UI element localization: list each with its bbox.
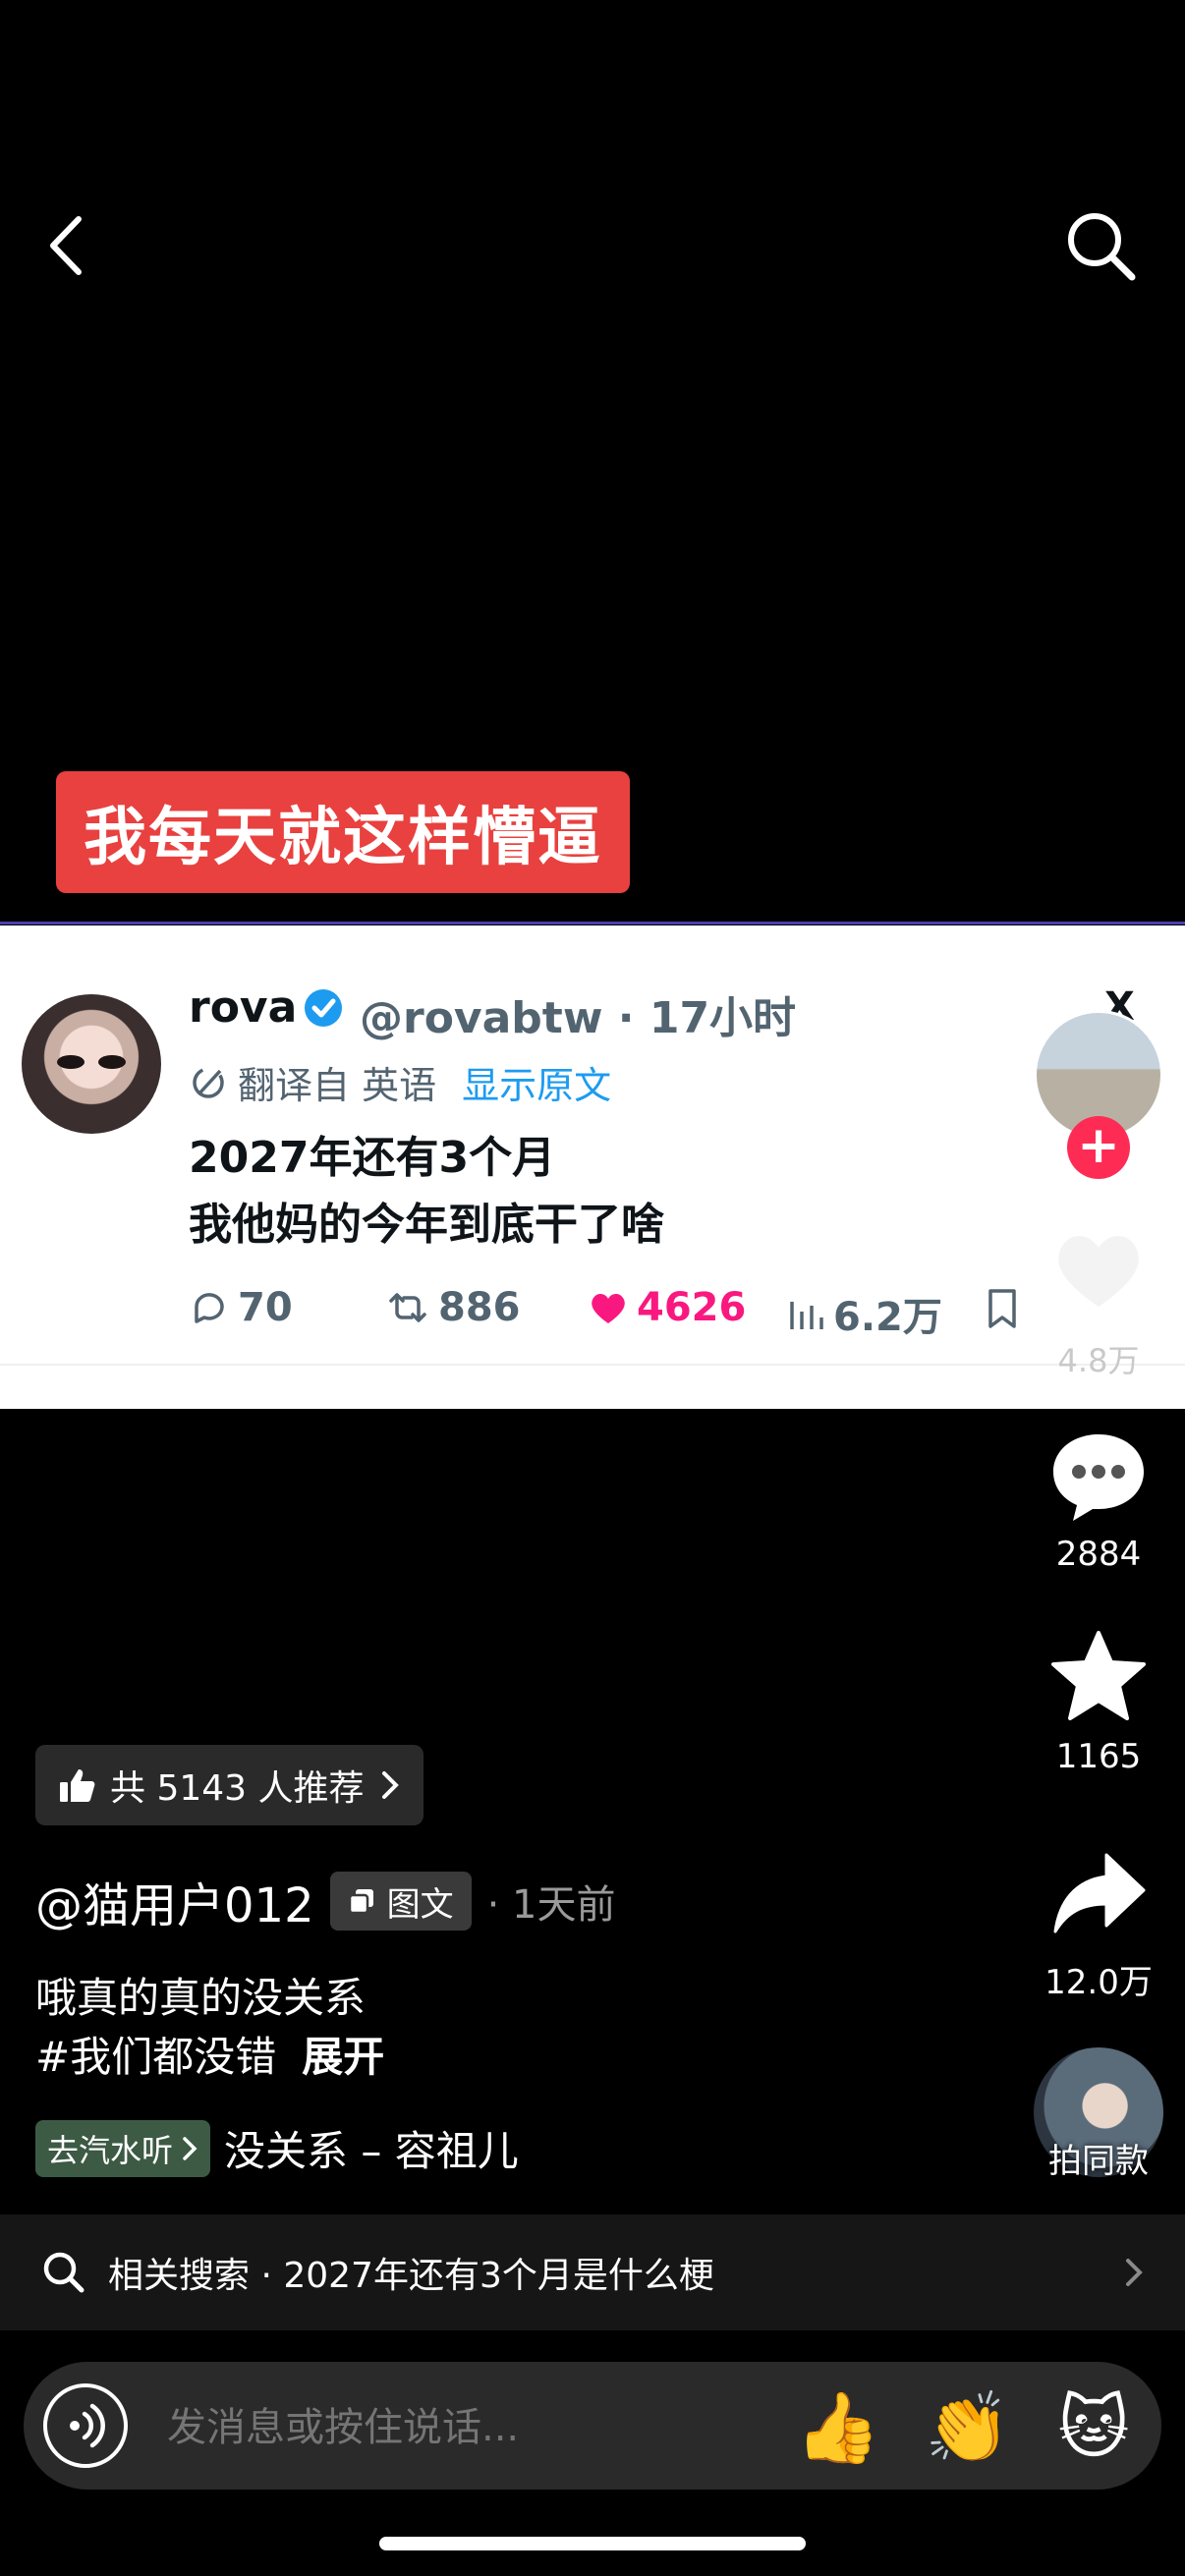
clap-emoji-button[interactable]: 👏 xyxy=(924,2383,1012,2472)
tweet-author-name: rova xyxy=(189,982,298,1033)
recommend-text: 共 5143 人推荐 xyxy=(110,1768,365,1809)
home-indicator[interactable] xyxy=(379,2537,806,2550)
tweet-likes: 4626 xyxy=(588,1285,746,1330)
follow-plus-button[interactable]: + xyxy=(1067,1116,1130,1179)
tweet-text-line: 2027年还有3个月 xyxy=(189,1133,556,1183)
video-caption-banner: 我每天就这样懵逼 xyxy=(56,771,630,893)
reply-icon xyxy=(195,1293,224,1323)
expand-button[interactable]: 展开 xyxy=(302,2024,384,2084)
author-name[interactable]: @猫用户012 xyxy=(35,1867,314,1935)
related-search-text: 相关搜索 · 2027年还有3个月是什么梗 xyxy=(108,2256,714,2296)
bookmark-icon xyxy=(988,1289,1016,1328)
hashtag-link[interactable]: #我们都没错 xyxy=(35,2024,276,2084)
chevron-right-icon xyxy=(183,2136,198,2160)
song-name[interactable]: 没关系 – 容祖儿 xyxy=(224,2118,519,2178)
search-icon xyxy=(43,2252,85,2293)
favorite-count: 1165 xyxy=(1055,1737,1142,1776)
translate-icon xyxy=(193,1066,224,1098)
like-count-tweet: 4626 xyxy=(637,1285,747,1330)
translation-row: 翻译自 英语 显示原文 xyxy=(189,1055,611,1109)
divider xyxy=(0,922,1185,924)
tweet-card-footer xyxy=(0,1364,1185,1409)
post-type-tag: 图文 xyxy=(329,1872,472,1931)
retweet-count: 886 xyxy=(438,1285,521,1330)
chevron-right-icon xyxy=(1126,2259,1143,2286)
voice-wave-icon xyxy=(70,2403,105,2448)
search-icon[interactable] xyxy=(1061,206,1140,285)
tweet-author-avatar xyxy=(22,994,161,1134)
views-count: 6.2万 xyxy=(833,1295,942,1340)
verified-badge-icon xyxy=(305,989,342,1027)
voice-input-button[interactable] xyxy=(43,2383,128,2468)
like-count: 4.8万 xyxy=(1057,1342,1140,1379)
reply-count: 70 xyxy=(238,1285,293,1330)
related-search-bar[interactable]: 相关搜索 · 2027年还有3个月是什么梗 xyxy=(0,2214,1185,2330)
comment-count: 2884 xyxy=(1055,1535,1142,1574)
author-row: @猫用户012 图文 · 1天前 xyxy=(35,1867,616,1935)
heart-icon[interactable] xyxy=(1049,1224,1148,1313)
message-input[interactable] xyxy=(165,2397,719,2458)
post-time: · 1天前 xyxy=(486,1882,616,1928)
show-original-link[interactable]: 显示原文 xyxy=(462,1055,611,1109)
same-template-label[interactable]: 拍同款 xyxy=(1022,2134,1175,2182)
chevron-right-icon xyxy=(381,1771,399,1799)
tweet-replies: 70 xyxy=(189,1285,293,1330)
tweet-views: 6.2万 xyxy=(786,1285,942,1342)
thumbs-up-icon xyxy=(60,1769,95,1802)
translated-from-label: 翻译自 英语 xyxy=(238,1064,437,1107)
comment-icon[interactable] xyxy=(1049,1427,1148,1525)
post-type-label: 图文 xyxy=(386,1884,454,1925)
tweet-handle-time: @rovabtw · 17小时 xyxy=(360,993,797,1043)
share-arrow-icon[interactable] xyxy=(1049,1845,1148,1943)
tweet-retweets: 886 xyxy=(385,1285,521,1330)
back-icon[interactable] xyxy=(39,211,98,280)
image-text-icon xyxy=(348,1889,373,1915)
listen-in-qishui-label: 去汽水听 xyxy=(47,2131,174,2169)
post-description: 哦真的真的没关系 xyxy=(35,1974,367,2022)
views-chart-icon xyxy=(790,1302,823,1329)
cat-sticker-button[interactable]: 🐱 xyxy=(1049,2383,1138,2472)
retweet-icon xyxy=(389,1293,426,1322)
share-count: 12.0万 xyxy=(1044,1963,1153,2002)
recommend-pill[interactable]: 共 5143 人推荐 xyxy=(35,1745,423,1825)
music-row: 去汽水听 没关系 – 容祖儿 xyxy=(35,2118,519,2178)
heart-filled-icon xyxy=(592,1293,625,1323)
post-description-tags: #我们都没错 展开 xyxy=(35,2024,384,2084)
thumbs-up-emoji-button[interactable]: 👍 xyxy=(794,2383,882,2472)
tweet-text-line: 我他妈的今年到底干了啥 xyxy=(189,1200,664,1250)
listen-in-qishui-button[interactable]: 去汽水听 xyxy=(35,2119,211,2177)
star-icon[interactable] xyxy=(1049,1627,1148,1725)
